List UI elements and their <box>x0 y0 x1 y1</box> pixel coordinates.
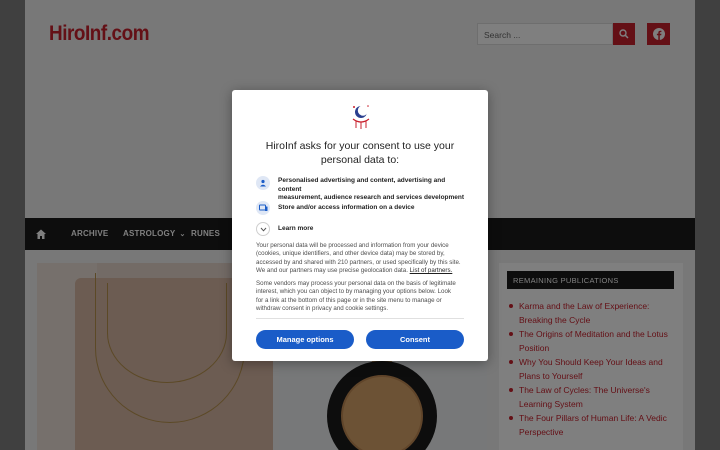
consent-description-line: We and our partners may use precise geol… <box>256 266 408 274</box>
manage-options-button[interactable]: Manage options <box>256 330 354 349</box>
learn-more-label: Learn more <box>278 225 314 232</box>
legitimate-interest-notice: Some vendors may process your personal d… <box>256 280 468 313</box>
legitimate-interest-line: Some vendors may process your personal d… <box>256 280 456 287</box>
consent-title-line: personal data to: <box>320 153 400 166</box>
purpose-text: Personalised advertising and content, ad… <box>278 177 466 203</box>
consent-description-line: (cookies, unique identifiers, and other … <box>256 250 445 258</box>
device-icon <box>256 201 270 215</box>
consent-title: HiroInf asks for your consent to use you… <box>252 140 468 167</box>
consent-description-line: accessed by and shared with 210 partners… <box>256 258 461 266</box>
list-of-partners-link[interactable]: List of partners. <box>410 267 453 274</box>
site-emblem-icon <box>352 105 370 129</box>
consent-description-line: Your personal data will be processed and… <box>256 242 449 249</box>
purpose-text: Store and/or access information on a dev… <box>278 204 415 211</box>
consent-title-line: HiroInf asks for your consent to use you… <box>265 140 455 152</box>
purpose-text-line: measurement, audience research and servi… <box>278 194 465 201</box>
person-icon <box>256 176 270 190</box>
divider <box>256 318 464 319</box>
consent-dialog: HiroInf asks for your consent to use you… <box>232 90 488 361</box>
legitimate-interest-line: interest, which you can object to by man… <box>256 288 452 296</box>
legitimate-interest-line: withdraw consent in privacy and cookie s… <box>256 304 389 312</box>
legitimate-interest-line: for a link at the bottom of this page or… <box>256 296 442 304</box>
chevron-down-icon <box>256 222 270 236</box>
purpose-text-line: Personalised advertising and content, ad… <box>278 177 446 193</box>
consent-description: Your personal data will be processed and… <box>256 242 468 275</box>
consent-button[interactable]: Consent <box>366 330 464 349</box>
